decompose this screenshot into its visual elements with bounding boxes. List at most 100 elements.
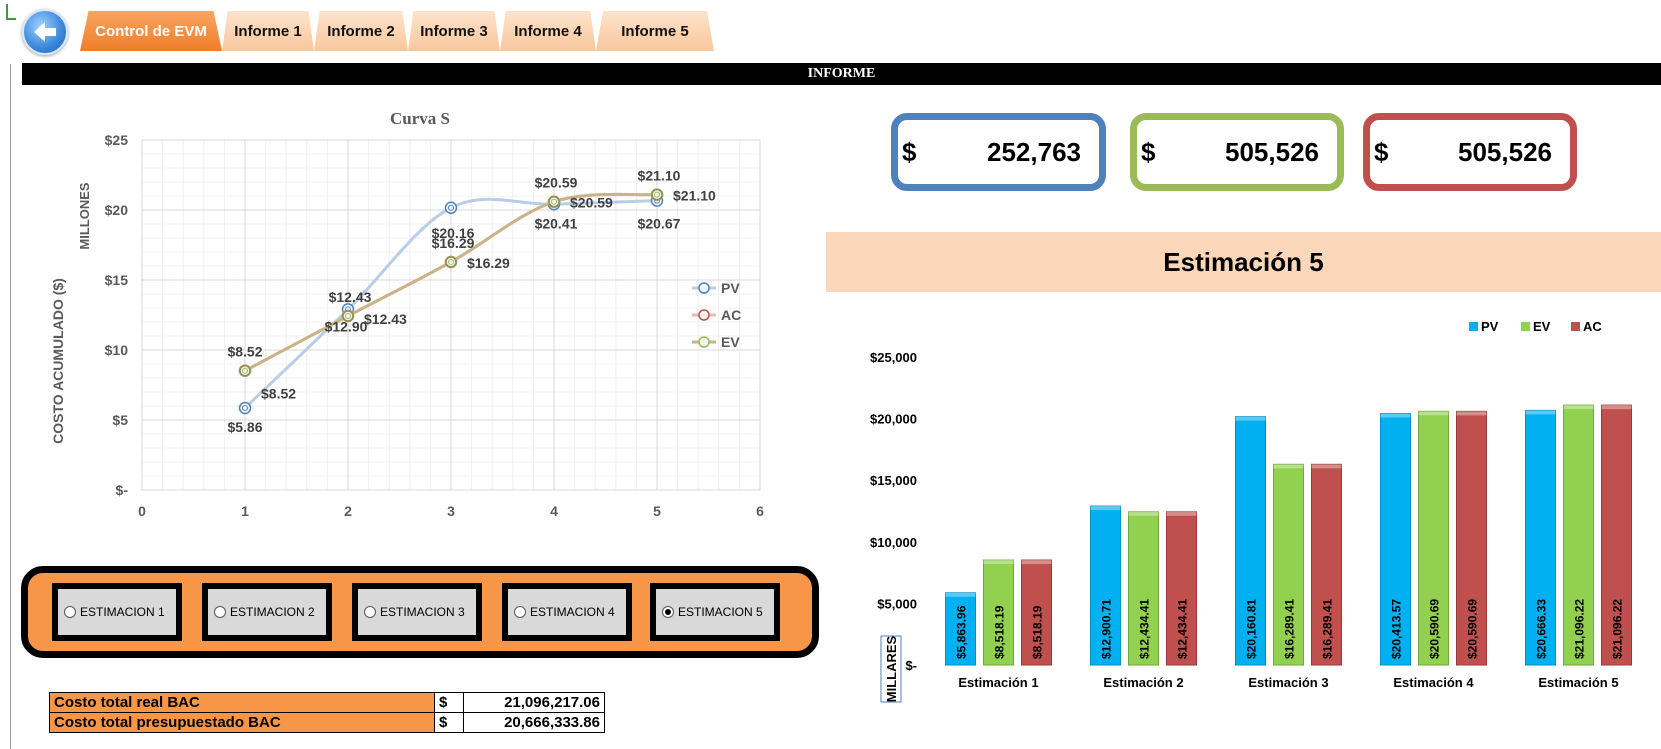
- data-label-ac: $20.59: [535, 175, 578, 191]
- y-tick-label: $20: [105, 202, 129, 218]
- option-estimacion-5[interactable]: ESTIMACION 5: [650, 583, 780, 641]
- sheet-gridline: [10, 64, 11, 749]
- bac-value: 21,096,217.06: [463, 692, 605, 713]
- radio-button[interactable]: [514, 606, 526, 618]
- kpi-currency: $: [1374, 136, 1389, 167]
- back-arrow-icon: [34, 22, 56, 42]
- kpi-currency: $: [902, 136, 917, 167]
- x-tick-label: 2: [344, 503, 352, 519]
- radio-button-selected[interactable]: [662, 606, 674, 618]
- data-label-ac: $8.52: [227, 344, 262, 360]
- radio-button[interactable]: [214, 606, 226, 618]
- bac-currency: $: [434, 712, 464, 733]
- bar-highlight: [1525, 410, 1556, 415]
- tab-informe-4[interactable]: Informe 4: [500, 11, 596, 51]
- x-category-label: Estimación 2: [1103, 675, 1183, 690]
- kpi-value: 505,526: [1225, 136, 1319, 167]
- kpi-value: 252,763: [987, 136, 1081, 167]
- y-tick-label: $10: [105, 342, 129, 358]
- option-estimacion-4[interactable]: ESTIMACION 4: [502, 583, 632, 641]
- x-category-label: Estimación 3: [1248, 675, 1328, 690]
- tab-informe-1[interactable]: Informe 1: [222, 11, 314, 51]
- tab-control-evm[interactable]: Control de EVM: [80, 11, 222, 51]
- radio-button[interactable]: [364, 606, 376, 618]
- data-label-ev: $8.52: [261, 386, 296, 402]
- data-label-pv: $5.86: [227, 419, 262, 435]
- kpi-box-ev: $ 505,526: [1130, 113, 1344, 191]
- bar-highlight: [945, 592, 976, 597]
- report-header: INFORME: [22, 63, 1661, 85]
- option-label: ESTIMACION 3: [380, 605, 465, 619]
- option-label: ESTIMACION 4: [530, 605, 615, 619]
- bar-highlight: [1273, 464, 1304, 469]
- option-estimacion-2[interactable]: ESTIMACION 2: [202, 583, 332, 641]
- bar-data-label: $20,666.33: [1535, 599, 1549, 659]
- data-label-ac: $12.43: [329, 289, 372, 305]
- cell-corner-marker: [6, 4, 16, 20]
- x-tick-label: 3: [447, 503, 455, 519]
- kpi-currency: $: [1141, 136, 1156, 167]
- data-label-ac: $16.29: [432, 235, 475, 251]
- legend-marker-ev: [698, 336, 710, 348]
- legend-marker-ac: [698, 309, 710, 321]
- bar-highlight: [1166, 511, 1197, 516]
- y-tick-label: $-: [116, 482, 129, 498]
- y-tick-label: $25: [105, 132, 129, 148]
- bar-highlight: [1418, 411, 1449, 416]
- bac-label: Costo total presupuestado BAC: [49, 712, 435, 733]
- x-category-label: Estimación 5: [1538, 675, 1618, 690]
- legend-swatch-ac: [1571, 322, 1580, 331]
- data-label-pv: $12.90: [325, 318, 368, 334]
- data-label-ev: $16.29: [467, 255, 510, 271]
- bar-data-label: $20,413.57: [1390, 599, 1404, 659]
- y-unit-label: MILLONES: [77, 182, 92, 249]
- option-estimacion-1[interactable]: ESTIMACION 1: [52, 583, 182, 641]
- bar-data-label: $12,900.71: [1100, 599, 1114, 659]
- legend-label: AC: [1583, 319, 1602, 334]
- kpi-box-pv: $ 252,763: [891, 113, 1106, 191]
- y-axis-label: COSTO ACUMULADO ($): [50, 278, 66, 444]
- bar-data-label: $8,518.19: [993, 605, 1007, 659]
- data-label-ev: $20.59: [570, 195, 613, 211]
- table-row: Costo total real BAC $ 21,096,217.06: [49, 692, 605, 713]
- bar-highlight: [1311, 464, 1342, 469]
- bar-highlight: [1456, 411, 1487, 416]
- bar-highlight: [1021, 560, 1052, 565]
- x-tick-label: 0: [138, 503, 146, 519]
- option-estimacion-3[interactable]: ESTIMACION 3: [352, 583, 482, 641]
- data-label-ev: $12.43: [364, 311, 407, 327]
- bar-highlight: [1601, 405, 1632, 410]
- y-tick-label: $5,000: [877, 596, 917, 611]
- legend-swatch-pv: [1469, 322, 1478, 331]
- data-point-pv: [238, 401, 252, 415]
- tab-informe-2[interactable]: Informe 2: [314, 11, 408, 51]
- y-tick-label: $15: [105, 272, 129, 288]
- data-label-ev: $21.10: [673, 188, 716, 204]
- bar-highlight: [1235, 416, 1266, 421]
- tab-informe-5[interactable]: Informe 5: [596, 11, 714, 51]
- bar-data-label: $20,160.81: [1245, 599, 1259, 659]
- x-category-label: Estimación 4: [1393, 675, 1474, 690]
- bar-data-label: $8,518.19: [1031, 605, 1045, 659]
- y-tick-label: $20,000: [870, 412, 917, 427]
- y-tick-label: $-: [905, 658, 917, 673]
- bar-data-label: $5,863.96: [955, 605, 969, 659]
- bar-highlight: [983, 560, 1014, 565]
- bar-highlight: [1128, 511, 1159, 516]
- tab-informe-3[interactable]: Informe 3: [408, 11, 500, 51]
- radio-button[interactable]: [64, 606, 76, 618]
- x-tick-label: 4: [550, 503, 558, 519]
- bar-highlight: [1563, 405, 1594, 410]
- option-label: ESTIMACION 5: [678, 605, 763, 619]
- bar-data-label: $21,096.22: [1611, 599, 1625, 659]
- table-row: Costo total presupuestado BAC $ 20,666,3…: [49, 712, 605, 733]
- x-tick-label: 6: [756, 503, 764, 519]
- option-label: ESTIMACION 2: [230, 605, 315, 619]
- estimation-bar-chart: $- $5,000 $10,000 $15,000 $20,000 $25,000 Esti…: [870, 319, 1632, 703]
- chart-title: Curva S: [390, 109, 450, 128]
- legend-label: EV: [721, 334, 740, 350]
- back-button[interactable]: [22, 9, 68, 55]
- legend-swatch-ev: [1521, 322, 1530, 331]
- y-unit-label: MILLARES: [884, 635, 899, 702]
- bar-data-label: $20,590.69: [1428, 599, 1442, 659]
